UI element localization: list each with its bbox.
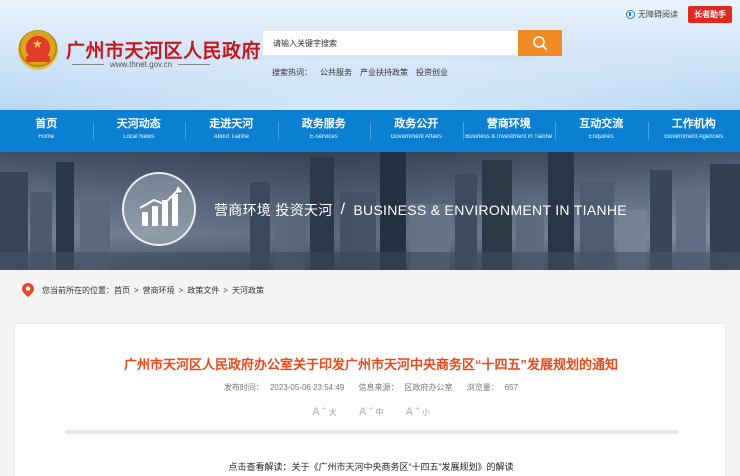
breadcrumb-link[interactable]: 天河政策: [232, 285, 264, 296]
article-card: 广州市天河区人民政府办公室关于印发广州市天河中央商务区“十四五”发展规划的通知 …: [14, 323, 726, 476]
site-header: 无障碍阅读 长者助手 ★ 广州市天河区人民政府 www.thnet.gov.cn…: [0, 0, 740, 110]
hot-words: 搜索热词： 公共服务 产业扶持政策 投资创业: [272, 67, 448, 78]
font-size-large-button[interactable]: A + 大: [312, 404, 337, 418]
article-meta: 发布时间： 2023-05-06 23:54:49 信息来源： 区政府办公室 浏览量…: [15, 382, 727, 393]
article-divider: [65, 430, 677, 434]
accessibility-icon: [626, 10, 635, 19]
accessibility-link[interactable]: 无障碍阅读: [626, 9, 678, 20]
interpretation-link[interactable]: 点击查看解读：关于《广州市天河中央商务区“十四五”发展规划》的解读: [15, 460, 727, 473]
nav-item-government-affairs[interactable]: 政务公开 Government Affairs: [370, 110, 463, 152]
breadcrumb-separator: >: [134, 285, 139, 295]
search-icon: [533, 36, 547, 50]
font-size-small-button[interactable]: A + 小: [405, 404, 430, 418]
location-pin-icon: [22, 283, 34, 297]
topbar: 无障碍阅读 长者助手: [626, 6, 732, 23]
nav-item-enquiries[interactable]: 互动交流 Enquiries: [555, 110, 648, 152]
national-emblem-icon: ★: [18, 30, 58, 70]
hot-link[interactable]: 公共服务: [320, 67, 352, 78]
breadcrumb-separator: >: [223, 285, 229, 295]
hot-words-label: 搜索热词：: [272, 68, 312, 77]
hot-link[interactable]: 投资创业: [416, 67, 448, 78]
banner-en: BUSINESS & ENVIRONMENT IN TIANHE: [353, 202, 627, 218]
banner-cn: 营商环境 投资天河: [214, 202, 333, 218]
publish-time: 发布时间： 2023-05-06 23:54:49: [223, 383, 345, 392]
nav-item-agencies[interactable]: 工作机构 Government Agencies: [647, 110, 740, 152]
article-title: 广州市天河区人民政府办公室关于印发广州市天河中央商务区“十四五”发展规划的通知: [123, 357, 618, 372]
main-nav: 首页 Home 天河动态 Local News 走进天河 About Tianh…: [0, 110, 740, 152]
font-size-controls: A + 大 A + 中 A + 小: [15, 404, 727, 418]
site-url: www.thnet.gov.cn: [72, 60, 211, 69]
search-input[interactable]: [262, 30, 518, 56]
chart-growth-icon: [122, 172, 196, 246]
search-bar: [262, 30, 562, 56]
hot-link[interactable]: 产业扶持政策: [360, 67, 408, 78]
accessibility-label: 无障碍阅读: [638, 10, 678, 19]
banner-slash: /: [340, 201, 346, 218]
breadcrumb: 您当前所在的位置： 首页 > 营商环境 > 政策文件 > 天河政策: [0, 270, 740, 310]
breadcrumb-label: 您当前所在的位置：: [42, 285, 114, 295]
search-button[interactable]: [518, 30, 562, 56]
banner-heading: 营商环境 投资天河 / BUSINESS & ENVIRONMENT IN TI…: [214, 200, 627, 220]
nav-item-about-tianhe[interactable]: 走进天河 About Tianhe: [185, 110, 278, 152]
site-title[interactable]: 广州市天河区人民政府: [66, 36, 261, 63]
breadcrumb-separator: >: [178, 285, 184, 295]
breadcrumb-link[interactable]: 首页: [114, 285, 130, 296]
info-source: 信息来源： 区政府办公室: [358, 383, 453, 392]
view-count: 浏览量： 657: [466, 383, 519, 392]
nav-item-home[interactable]: 首页 Home: [0, 110, 93, 152]
nav-item-e-services[interactable]: 政务服务 E-services: [277, 110, 371, 152]
breadcrumb-link[interactable]: 政策文件: [187, 285, 219, 296]
breadcrumb-link[interactable]: 营商环境: [143, 285, 175, 296]
elder-assistant-button[interactable]: 长者助手: [688, 6, 732, 23]
nav-item-local-news[interactable]: 天河动态 Local News: [92, 110, 186, 152]
nav-item-business[interactable]: 营商环境 Business & Investment in Tianhe: [462, 110, 556, 152]
font-size-medium-button[interactable]: A + 中: [359, 404, 384, 418]
